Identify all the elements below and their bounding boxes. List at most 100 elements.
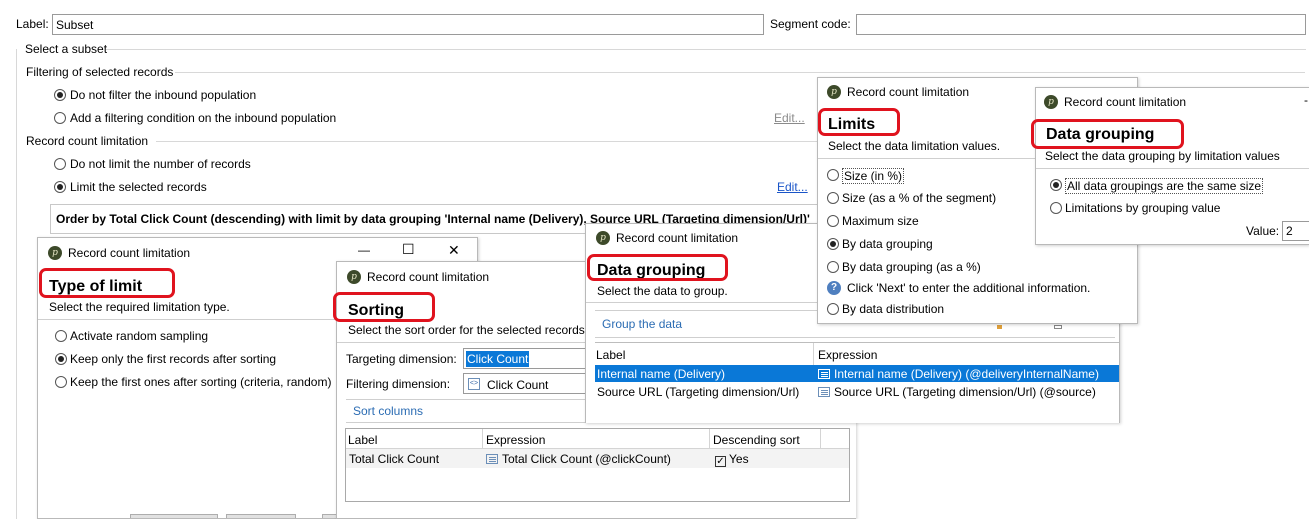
divider bbox=[1036, 168, 1309, 169]
filter-none-label: Do not filter the inbound population bbox=[70, 88, 257, 102]
label-input[interactable]: Subset bbox=[52, 14, 764, 35]
by-distribution-label: By data distribution bbox=[842, 302, 945, 316]
limit-records-radio[interactable] bbox=[54, 181, 66, 193]
dialog-title: Record count limitation bbox=[1064, 95, 1187, 109]
by-grouping-value-label: Limitations by grouping value bbox=[1065, 201, 1221, 215]
next-button[interactable] bbox=[226, 514, 296, 518]
expression-icon bbox=[818, 387, 830, 397]
toolbar-icon[interactable] bbox=[1054, 325, 1062, 329]
table-row[interactable]: Total Click Count Total Click Count (@cl… bbox=[346, 449, 849, 468]
divider bbox=[16, 49, 17, 519]
max-size-radio[interactable] bbox=[827, 215, 839, 227]
divider bbox=[595, 337, 1115, 338]
by-grouping-value-radio[interactable] bbox=[1050, 202, 1062, 214]
max-size-label: Maximum size bbox=[842, 214, 919, 228]
column-divider bbox=[709, 429, 710, 449]
toolbar-icon[interactable] bbox=[997, 325, 1002, 329]
highlight-box bbox=[1031, 119, 1184, 149]
no-limit-radio[interactable] bbox=[54, 158, 66, 170]
column-header-descending[interactable]: Descending sort bbox=[713, 433, 800, 447]
column-header-label[interactable]: Label bbox=[348, 433, 377, 447]
column-header-label[interactable]: Label bbox=[596, 348, 625, 362]
dialog-title: Record count limitation bbox=[616, 231, 739, 245]
close-icon[interactable]: ✕ bbox=[448, 242, 460, 259]
row-expression: Internal name (Delivery) (@deliveryInter… bbox=[818, 367, 1099, 381]
dialog-title: Record count limitation bbox=[68, 246, 191, 260]
row-label: Internal name (Delivery) bbox=[597, 367, 726, 381]
by-grouping-percent-radio[interactable] bbox=[827, 261, 839, 273]
segment-code-caption: Segment code: bbox=[770, 17, 851, 31]
first-criteria-random-radio[interactable] bbox=[55, 376, 67, 388]
app-icon: p bbox=[596, 231, 610, 245]
table-row[interactable]: Source URL (Targeting dimension/Url) Sou… bbox=[595, 383, 1119, 400]
expression-icon bbox=[486, 454, 498, 464]
dialog-title: Record count limitation bbox=[847, 85, 970, 99]
highlight-box bbox=[333, 292, 435, 322]
first-criteria-random-label: Keep the first ones after sorting (crite… bbox=[70, 375, 332, 389]
by-distribution-radio[interactable] bbox=[827, 303, 839, 315]
value-caption: Value: bbox=[1246, 224, 1280, 238]
app-icon: p bbox=[48, 246, 62, 260]
group-data-title: Group the data bbox=[602, 317, 683, 331]
by-data-grouping-radio[interactable] bbox=[827, 238, 839, 250]
first-records-label: Keep only the first records after sortin… bbox=[70, 352, 277, 366]
data-grouping-subtitle: Select the data to group. bbox=[597, 284, 728, 298]
column-header-expression[interactable]: Expression bbox=[486, 433, 545, 447]
group-data-table: Label Expression Internal name (Delivery… bbox=[595, 342, 1119, 423]
schema-icon: <> bbox=[468, 378, 480, 390]
first-records-radio[interactable] bbox=[55, 353, 67, 365]
back-button[interactable] bbox=[130, 514, 218, 518]
filter-condition-label: Add a filtering condition on the inbound… bbox=[70, 111, 337, 125]
sort-columns-title: Sort columns bbox=[353, 404, 424, 418]
size-segment-radio[interactable] bbox=[827, 192, 839, 204]
app-icon: p bbox=[347, 270, 361, 284]
same-size-label: All data groupings are the same size bbox=[1065, 178, 1264, 194]
segment-code-input[interactable] bbox=[856, 14, 1306, 35]
row-expression: Total Click Count (@clickCount) bbox=[486, 452, 671, 466]
filter-none-radio[interactable] bbox=[54, 89, 66, 101]
sorting-subtitle: Select the sort order for the selected r… bbox=[348, 323, 585, 337]
divider bbox=[106, 49, 1306, 50]
minimize-icon[interactable]: - bbox=[1304, 93, 1308, 107]
targeting-dimension-field[interactable]: Click Count bbox=[463, 348, 587, 369]
checkbox-icon[interactable]: ✓ bbox=[715, 456, 726, 467]
data-grouping-values-subtitle: Select the data grouping by limitation v… bbox=[1045, 149, 1280, 163]
app-icon: p bbox=[827, 85, 841, 99]
size-percent-label: Size (in %) bbox=[842, 168, 905, 184]
limit-edit-link[interactable]: Edit... bbox=[777, 180, 808, 194]
highlight-box bbox=[818, 108, 900, 136]
dialog-title: Record count limitation bbox=[367, 270, 490, 284]
divider bbox=[175, 72, 1305, 73]
column-divider bbox=[813, 343, 814, 365]
row-descending[interactable]: ✓ Yes bbox=[715, 452, 749, 467]
highlight-box bbox=[587, 254, 728, 281]
sort-columns-table: Label Expression Descending sort Total C… bbox=[345, 428, 850, 502]
divider bbox=[346, 399, 586, 400]
same-size-radio[interactable] bbox=[1050, 179, 1062, 191]
maximize-icon[interactable]: ☐ bbox=[402, 241, 415, 258]
value-input[interactable]: 2 bbox=[1282, 221, 1309, 241]
data-grouping-values-dialog: p Record count limitation - Data groupin… bbox=[1035, 87, 1309, 245]
targeting-dimension-caption: Targeting dimension: bbox=[346, 352, 457, 366]
filtering-title: Filtering of selected records bbox=[26, 65, 174, 79]
minimize-icon[interactable]: — bbox=[358, 243, 370, 257]
type-of-limit-subtitle: Select the required limitation type. bbox=[49, 300, 230, 314]
app-icon: p bbox=[1044, 95, 1058, 109]
column-header-expression[interactable]: Expression bbox=[818, 348, 877, 362]
random-sampling-label: Activate random sampling bbox=[70, 329, 209, 343]
by-grouping-percent-label: By data grouping (as a %) bbox=[842, 260, 981, 274]
filter-edit-link[interactable]: Edit... bbox=[774, 111, 805, 125]
filtering-dimension-value: Click Count bbox=[487, 378, 549, 392]
filtering-dimension-field[interactable]: <> Click Count bbox=[463, 373, 587, 394]
filter-condition-radio[interactable] bbox=[54, 112, 66, 124]
limit-records-label: Limit the selected records bbox=[70, 180, 207, 194]
size-segment-label: Size (as a % of the segment) bbox=[842, 191, 997, 205]
column-divider bbox=[820, 429, 821, 449]
highlight-box bbox=[39, 268, 175, 298]
table-row-selected[interactable]: Internal name (Delivery) Internal name (… bbox=[595, 365, 1119, 382]
expression-icon bbox=[818, 369, 830, 379]
label-caption: Label: bbox=[16, 17, 49, 31]
size-percent-radio[interactable] bbox=[827, 169, 839, 181]
info-icon: ? bbox=[827, 281, 841, 295]
random-sampling-radio[interactable] bbox=[55, 330, 67, 342]
